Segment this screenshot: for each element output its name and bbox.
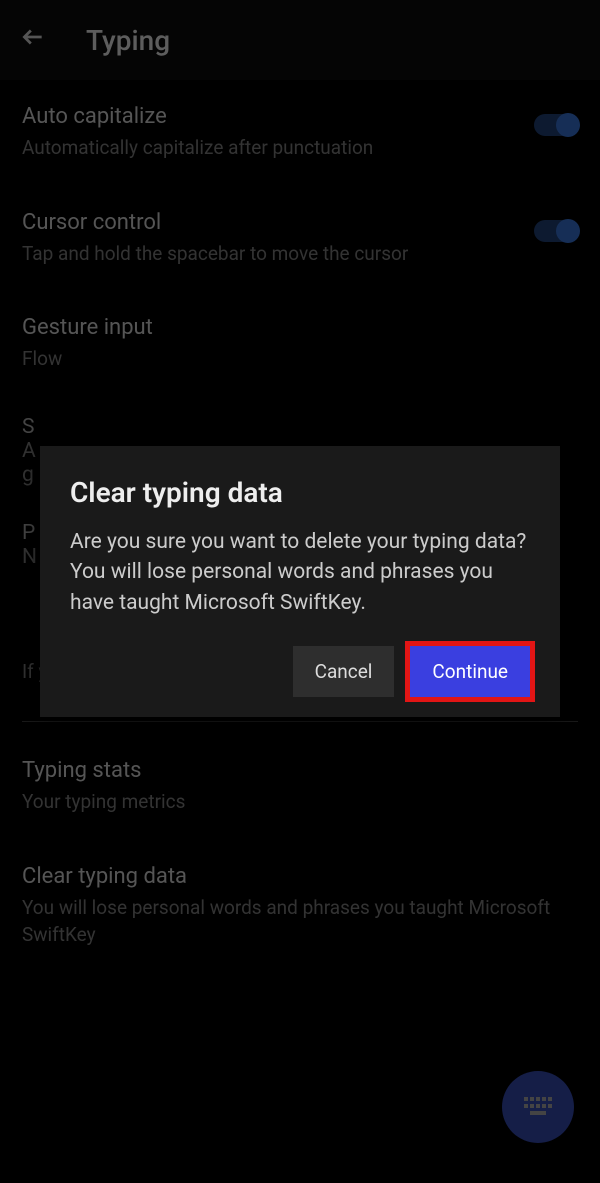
clear-typing-data-dialog: Clear typing data Are you sure you want … xyxy=(40,446,560,717)
dialog-message: Are you sure you want to delete your typ… xyxy=(70,527,530,618)
dialog-title: Clear typing data xyxy=(70,476,530,509)
cancel-button[interactable]: Cancel xyxy=(293,646,395,697)
dialog-actions: Cancel Continue xyxy=(70,646,530,697)
continue-button[interactable]: Continue xyxy=(410,646,530,697)
